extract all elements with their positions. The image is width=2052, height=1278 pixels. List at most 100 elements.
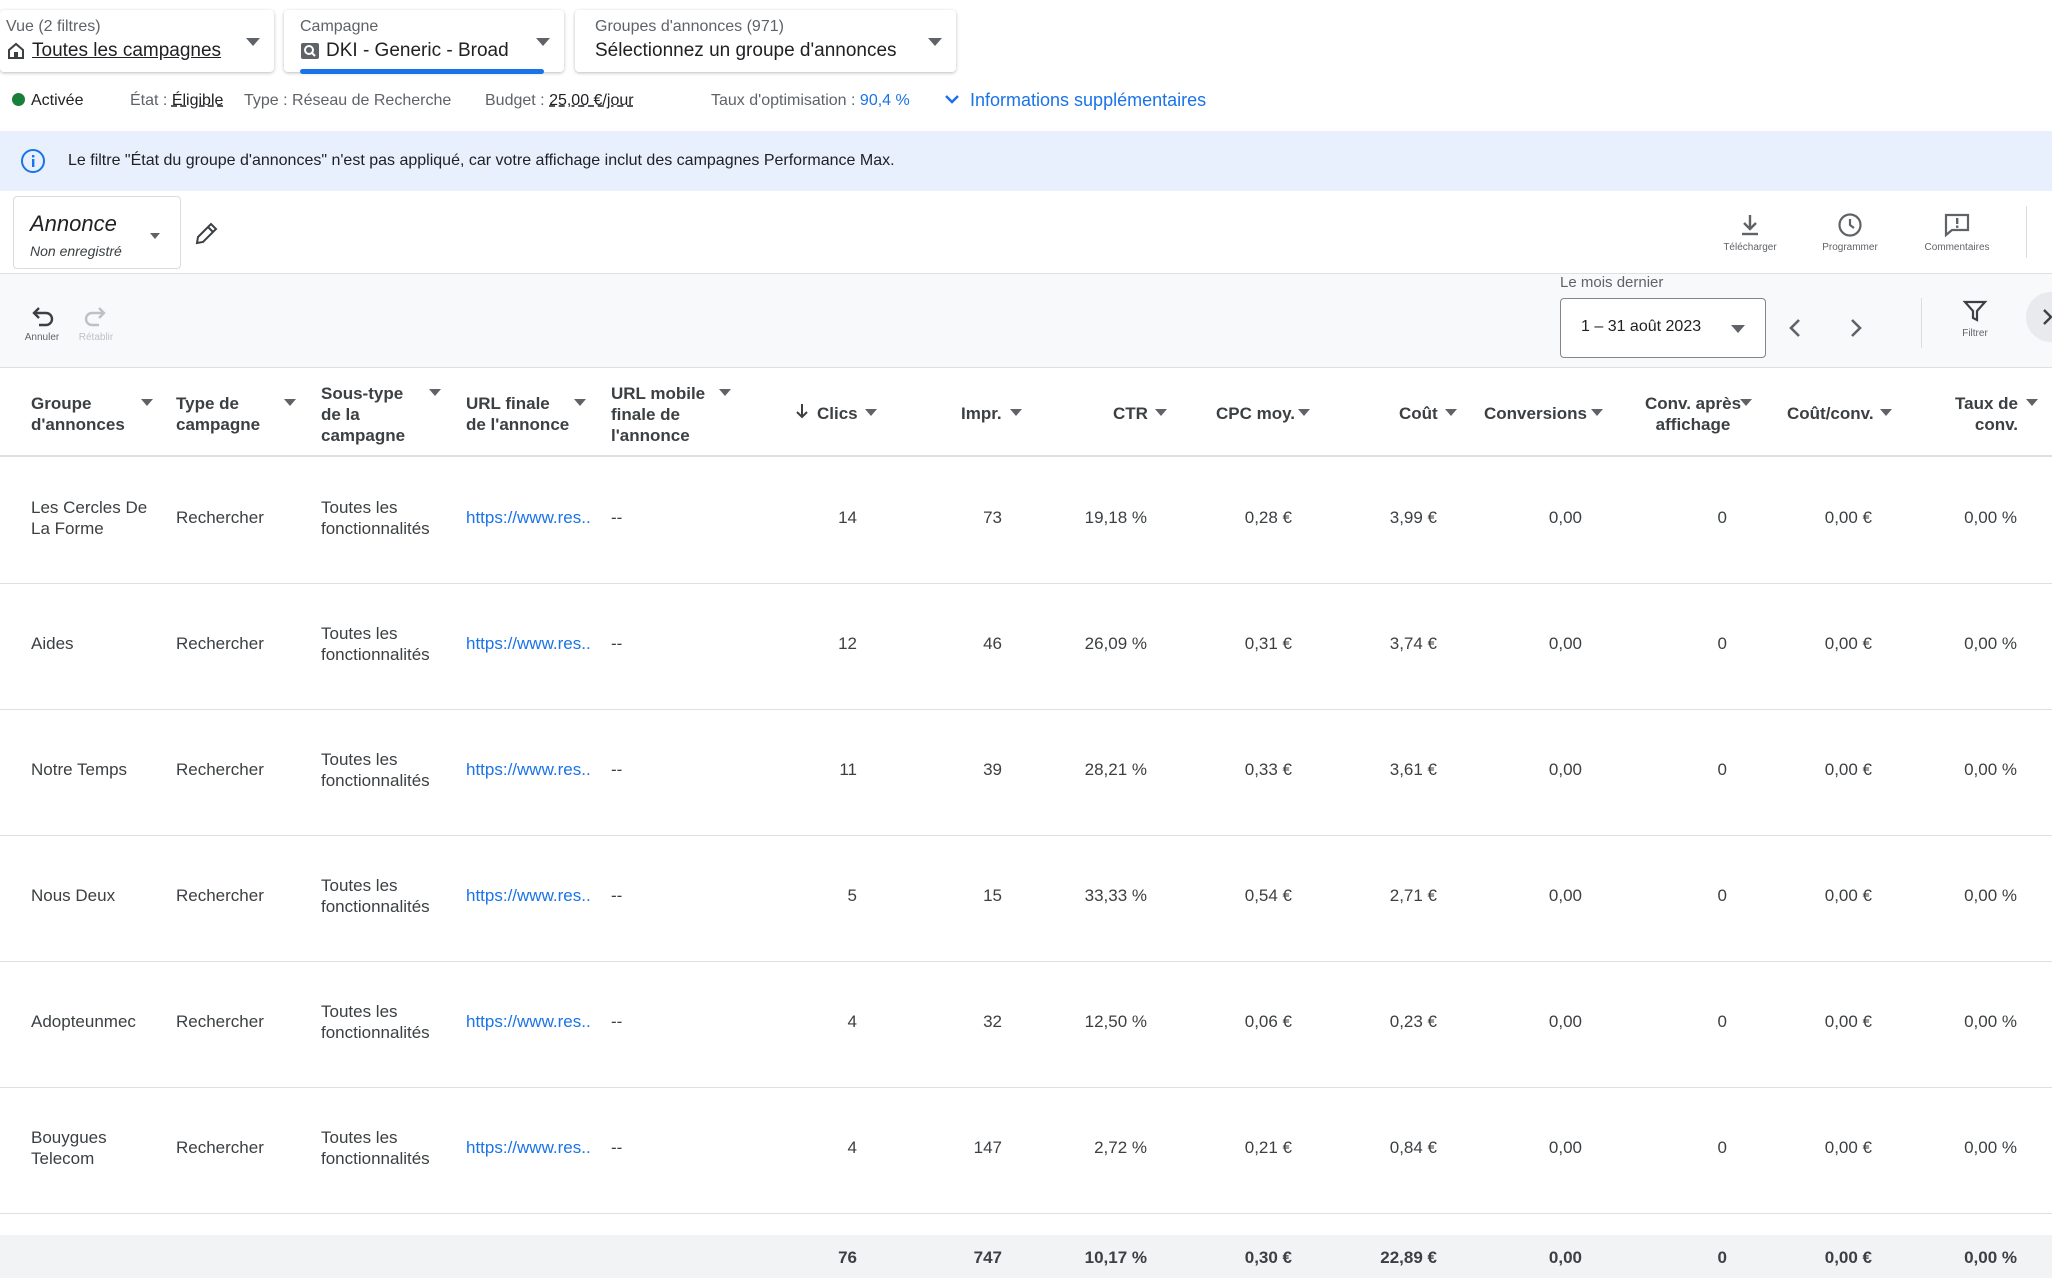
cell-cpc: 0,33 € bbox=[1244, 760, 1292, 779]
total-cost: 22,89 € bbox=[1380, 1248, 1437, 1267]
col-impr[interactable]: Impr. bbox=[961, 403, 1031, 424]
search-campaign-icon bbox=[301, 43, 319, 59]
undo-label: Annuler bbox=[24, 332, 60, 343]
cell-clicks: 5 bbox=[847, 886, 857, 905]
cell-impr: 15 bbox=[983, 886, 1002, 905]
comments-button[interactable]: Commentaires bbox=[1910, 212, 2004, 253]
cell-subtype-line: Toutes les bbox=[321, 1128, 398, 1147]
table-row[interactable]: Aides Rechercher Toutes les fonctionnali… bbox=[0, 584, 2052, 710]
adgroup-picker[interactable]: Groupes d'annonces (971) Sélectionnez un… bbox=[575, 10, 956, 72]
total-clicks: 76 bbox=[838, 1248, 857, 1267]
cell-cost: 0,84 € bbox=[1389, 1138, 1437, 1157]
cell-adgroup[interactable]: Notre Temps bbox=[31, 759, 127, 780]
cell-adgroup[interactable]: Les Cercles De La Forme bbox=[31, 497, 147, 539]
cell-campaign-type: Rechercher bbox=[176, 886, 264, 905]
cell-clicks: 11 bbox=[839, 760, 857, 779]
cell-final-url[interactable]: https://www.res.. bbox=[466, 1137, 591, 1158]
col-conv-rate[interactable]: Taux de conv. bbox=[1940, 393, 2046, 435]
etat-value[interactable]: Éligible bbox=[172, 92, 224, 109]
more-info-toggle[interactable]: Informations supplémentaires bbox=[944, 90, 1206, 111]
saved-view-selector[interactable]: Annonce Non enregistré bbox=[13, 196, 181, 269]
budget-value[interactable]: 25,00 €/jour bbox=[549, 92, 634, 109]
cell-final-url[interactable]: https://www.res.. bbox=[466, 633, 591, 654]
campaign-picker-label: Campagne bbox=[300, 18, 379, 35]
table-row[interactable]: Notre Temps Rechercher Toutes les foncti… bbox=[0, 710, 2052, 836]
info-icon bbox=[21, 149, 45, 173]
table-row[interactable]: Nous Deux Rechercher Toutes les fonction… bbox=[0, 836, 2052, 962]
optimization-score: Taux d'optimisation : 90,4 % bbox=[711, 92, 910, 110]
adgroup-picker-value: Sélectionnez un groupe d'annonces bbox=[595, 40, 897, 61]
redo-button[interactable]: Rétablir bbox=[68, 304, 124, 343]
cell-conversions: 0,00 bbox=[1548, 1012, 1582, 1031]
column-menu-icon bbox=[141, 399, 153, 406]
date-range-picker[interactable]: 1 – 31 août 2023 bbox=[1560, 298, 1766, 358]
budget: Budget : 25,00 €/jour bbox=[485, 92, 634, 110]
col-cost[interactable]: Coût bbox=[1399, 403, 1469, 424]
chevron-right-icon[interactable] bbox=[1843, 316, 1867, 340]
col-cost-per-conv[interactable]: Coût/conv. bbox=[1787, 403, 1907, 424]
cell-conv-rate: 0,00 % bbox=[1964, 1138, 2017, 1157]
cell-view-conv: 0 bbox=[1717, 1012, 1727, 1031]
view-picker-label: Vue (2 filtres) bbox=[6, 18, 101, 35]
adgroup-picker-value-wrap: Sélectionnez un groupe d'annonces bbox=[595, 40, 897, 62]
undo-button[interactable]: Annuler bbox=[14, 304, 70, 343]
cell-final-url[interactable]: https://www.res.. bbox=[466, 885, 591, 906]
campaign-picker[interactable]: Campagne DKI - Generic - Broad bbox=[284, 10, 564, 74]
col-adgroup-line2: d'annonces bbox=[31, 415, 125, 434]
cell-final-url[interactable]: https://www.res.. bbox=[466, 1011, 591, 1032]
cell-adgroup[interactable]: Bouygues Telecom bbox=[31, 1127, 107, 1169]
cell-subtype-line: fonctionnalités bbox=[321, 1149, 430, 1168]
col-mobile-url-line3: l'annonce bbox=[611, 426, 690, 445]
date-range-value: 1 – 31 août 2023 bbox=[1581, 318, 1702, 335]
col-conversions[interactable]: Conversions bbox=[1484, 403, 1614, 424]
col-final-url[interactable]: URL finale de l'annonce bbox=[466, 393, 596, 435]
view-picker-value-wrap: Toutes les campagnes bbox=[6, 40, 221, 62]
cell-campaign-type: Rechercher bbox=[176, 634, 264, 653]
cell-subtype-line: fonctionnalités bbox=[321, 897, 430, 916]
cell-subtype-line: fonctionnalités bbox=[321, 519, 430, 538]
cell-adgroup-line: La Forme bbox=[31, 519, 104, 538]
schedule-button[interactable]: Programmer bbox=[1815, 212, 1885, 253]
filter-icon bbox=[1962, 300, 1988, 322]
cell-final-url[interactable]: https://www.res.. bbox=[466, 759, 591, 780]
col-mobile-url-line2: finale de bbox=[611, 405, 680, 424]
cell-conv-rate: 0,00 % bbox=[1964, 760, 2017, 779]
table-row[interactable]: Les Cercles De La Forme Rechercher Toute… bbox=[0, 458, 2052, 584]
col-campaign-subtype[interactable]: Sous-type de la campagne bbox=[321, 383, 451, 446]
cell-cost: 3,61 € bbox=[1389, 760, 1437, 779]
col-campaign-subtype-line2: de la bbox=[321, 405, 360, 424]
cell-conversions: 0,00 bbox=[1548, 508, 1582, 527]
cell-adgroup[interactable]: Adopteunmec bbox=[31, 1011, 136, 1032]
col-campaign-subtype-line3: campagne bbox=[321, 426, 406, 445]
col-campaign-type[interactable]: Type de campagne bbox=[176, 393, 306, 435]
cell-adgroup[interactable]: Nous Deux bbox=[31, 885, 115, 906]
col-cpc-label: CPC moy. bbox=[1216, 404, 1296, 423]
budget-label: Budget : bbox=[485, 92, 545, 109]
collapse-panel-button[interactable] bbox=[2026, 292, 2052, 342]
cell-conversions: 0,00 bbox=[1548, 1138, 1582, 1157]
view-picker[interactable]: Vue (2 filtres) Toutes les campagnes bbox=[0, 10, 274, 72]
filter-button[interactable]: Filtrer bbox=[1950, 298, 2000, 339]
cell-adgroup[interactable]: Aides bbox=[31, 633, 74, 654]
column-menu-icon bbox=[719, 389, 731, 396]
chevron-left-icon[interactable] bbox=[1784, 316, 1808, 340]
col-view-conv[interactable]: Conv. après affichage bbox=[1633, 393, 1753, 435]
filter-label: Filtrer bbox=[1962, 328, 1988, 339]
total-impr: 747 bbox=[973, 1248, 1002, 1267]
table-row[interactable]: Adopteunmec Rechercher Toutes les foncti… bbox=[0, 962, 2052, 1088]
table-row[interactable]: Bouygues Telecom Rechercher Toutes les f… bbox=[0, 1088, 2052, 1214]
total-ctr: 10,17 % bbox=[1084, 1248, 1147, 1267]
col-cpc[interactable]: CPC moy. bbox=[1216, 403, 1336, 424]
edit-pencil-icon[interactable] bbox=[192, 220, 220, 248]
download-button[interactable]: Télécharger bbox=[1715, 212, 1785, 253]
optimization-value[interactable]: 90,4 % bbox=[860, 92, 910, 109]
cell-adgroup-line: Les Cercles De bbox=[31, 498, 148, 517]
cell-cost-per-conv: 0,00 € bbox=[1824, 634, 1872, 653]
col-adgroup[interactable]: Groupe d'annonces bbox=[31, 393, 161, 435]
cell-impr: 39 bbox=[983, 760, 1002, 779]
col-mobile-url[interactable]: URL mobile finale de l'annonce bbox=[611, 383, 741, 446]
column-menu-icon bbox=[429, 389, 441, 396]
col-ctr[interactable]: CTR bbox=[1113, 403, 1183, 424]
cell-final-url[interactable]: https://www.res.. bbox=[466, 507, 591, 528]
cell-conv-rate: 0,00 % bbox=[1964, 886, 2017, 905]
